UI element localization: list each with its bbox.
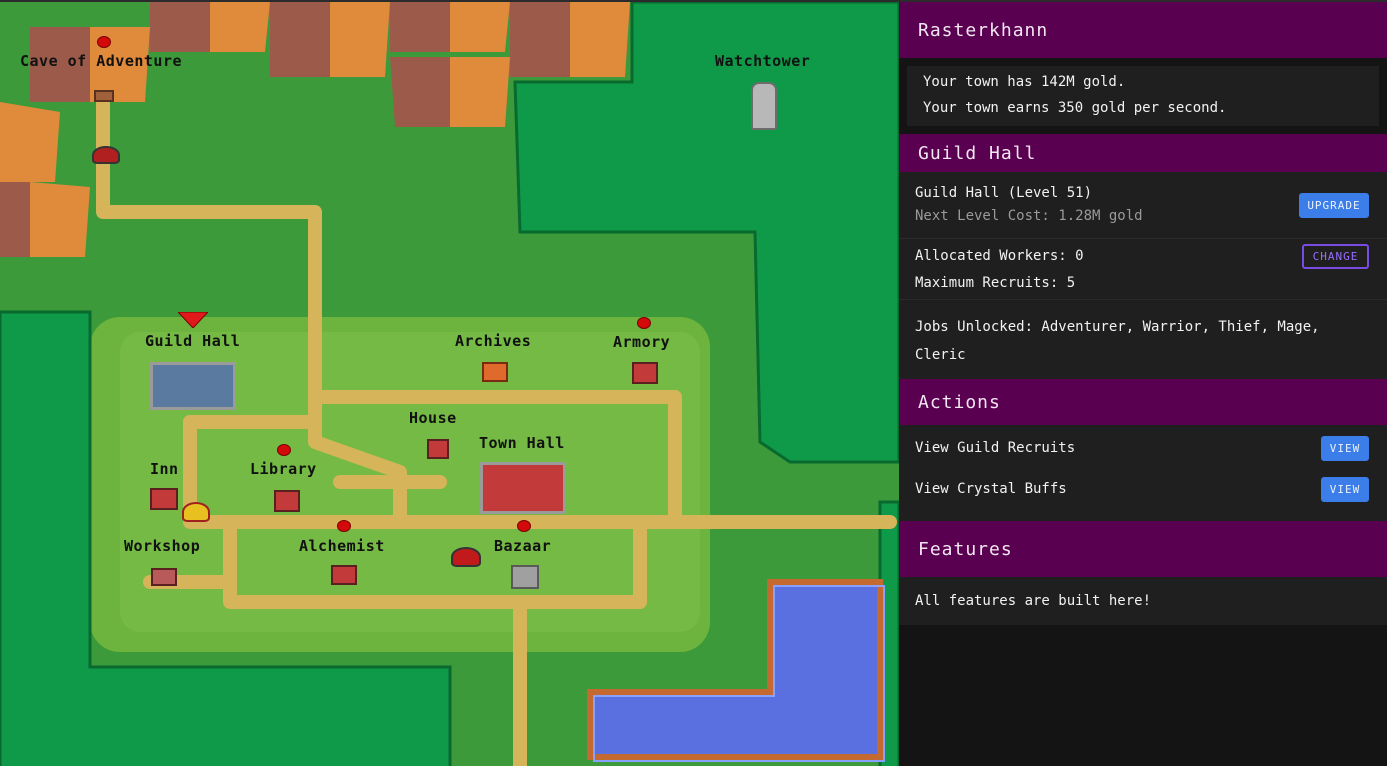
guild-hall-building[interactable] — [150, 362, 236, 410]
quest-marker — [337, 520, 351, 532]
quest-marker — [637, 317, 651, 329]
location-label-guild-hall[interactable]: Guild Hall — [145, 332, 240, 350]
workshop-building[interactable] — [151, 568, 177, 586]
building-title: Guild Hall — [918, 142, 1037, 164]
location-label-library[interactable]: Library — [250, 460, 317, 478]
view-guild-recruits-button[interactable]: VIEW — [1321, 435, 1369, 461]
location-label-workshop[interactable]: Workshop — [124, 537, 200, 555]
town-map[interactable]: Cave of Adventure Watchtower Guild Hall … — [0, 0, 899, 766]
location-label-armory[interactable]: Armory — [613, 333, 670, 351]
earn-text: Your town earns 350 gold per second. — [923, 100, 1227, 116]
town-info: Your town has 142M gold. Your town earns… — [899, 58, 1387, 134]
hero-sprite — [451, 547, 481, 567]
action-label: View Crystal Buffs — [915, 481, 1067, 497]
next-level-cost: Next Level Cost: 1.28M gold — [915, 208, 1143, 224]
location-label-alchemist[interactable]: Alchemist — [299, 537, 385, 555]
hero-sprite — [182, 502, 210, 522]
actions-list: View Guild Recruits VIEW View Crystal Bu… — [899, 425, 1387, 521]
features-box: All features are built here! — [899, 577, 1387, 625]
features-title: Features — [918, 538, 1013, 560]
location-label-bazaar[interactable]: Bazaar — [494, 537, 551, 555]
jobs-unlocked: Jobs Unlocked: Adventurer, Warrior, Thie… — [915, 319, 1320, 363]
maximum-recruits: Maximum Recruits: 5 — [915, 275, 1076, 291]
upgrade-button[interactable]: UPGRADE — [1299, 192, 1369, 218]
allocated-workers: Allocated Workers: 0 — [915, 248, 1084, 264]
actions-header: Actions — [899, 379, 1387, 425]
quest-marker — [97, 36, 111, 48]
features-text: All features are built here! — [915, 593, 1152, 609]
features-header: Features — [899, 521, 1387, 577]
location-label-archives[interactable]: Archives — [455, 332, 531, 350]
location-label-house[interactable]: House — [409, 409, 457, 427]
side-panel: Rasterkhann Your town has 142M gold. You… — [899, 0, 1387, 766]
building-details: Guild Hall (Level 51) Next Level Cost: 1… — [899, 172, 1387, 379]
town-hall-building[interactable] — [480, 462, 566, 514]
archives-building[interactable] — [482, 362, 508, 382]
location-label-town-hall[interactable]: Town Hall — [479, 434, 565, 452]
quest-marker — [277, 444, 291, 456]
watchtower-building[interactable] — [751, 82, 777, 130]
actions-title: Actions — [918, 391, 1001, 413]
hero-sprite — [92, 146, 120, 164]
selected-arrow-icon — [178, 312, 208, 328]
action-item: View Guild Recruits VIEW — [899, 431, 1387, 465]
change-workers-button[interactable]: CHANGE — [1302, 243, 1369, 269]
alchemist-building[interactable] — [331, 565, 357, 585]
view-crystal-buffs-button[interactable]: VIEW — [1321, 476, 1369, 502]
armory-building[interactable] — [632, 362, 658, 384]
town-name: Rasterkhann — [918, 19, 1049, 41]
quest-marker — [517, 520, 531, 532]
location-label-cave[interactable]: Cave of Adventure — [20, 52, 182, 70]
building-level: Guild Hall (Level 51) — [915, 185, 1093, 201]
bazaar-building[interactable] — [511, 565, 539, 589]
town-name-header: Rasterkhann — [899, 0, 1387, 58]
location-label-inn[interactable]: Inn — [150, 460, 179, 478]
location-label-watchtower[interactable]: Watchtower — [715, 52, 810, 70]
cave-entrance[interactable] — [94, 90, 114, 102]
action-item: View Crystal Buffs VIEW — [899, 465, 1387, 513]
inn-building[interactable] — [150, 488, 178, 510]
library-building[interactable] — [274, 490, 300, 512]
building-header: Guild Hall — [899, 134, 1387, 172]
gold-text: Your town has 142M gold. — [923, 74, 1126, 90]
house-building[interactable] — [427, 439, 449, 459]
action-label: View Guild Recruits — [915, 440, 1076, 456]
